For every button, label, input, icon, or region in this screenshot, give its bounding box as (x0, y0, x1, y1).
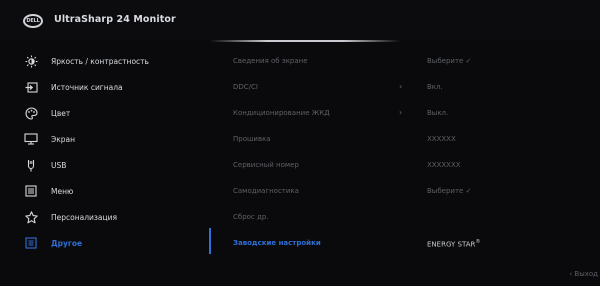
row-label: Самодиагностика (233, 187, 299, 195)
logo-text: DELL (26, 18, 40, 24)
sidebar-item-personalize[interactable]: Персонализация (0, 206, 205, 228)
row-factory-reset[interactable]: Заводские настройки ENERGY STAR® (212, 234, 600, 256)
row-reset-other[interactable]: Сброс др. (212, 208, 600, 230)
row-value: XXXXXX (427, 135, 456, 143)
sidebar-item-brightness[interactable]: Яркость / контрастность (0, 50, 205, 72)
other-icon (24, 236, 38, 250)
display-icon (24, 132, 38, 146)
row-label: Кондиционирование ЖКД (233, 109, 330, 117)
row-value: Выкл. (427, 109, 449, 117)
sidebar-item-label: Цвет (51, 108, 71, 118)
sidebar-item-label: Персонализация (51, 212, 117, 222)
sidebar-item-usb[interactable]: USB (0, 154, 205, 176)
row-label: Сведения об экране (233, 57, 308, 65)
dell-logo: DELL (23, 14, 43, 28)
brightness-icon (24, 54, 38, 68)
energy-star-label: ENERGY STAR (427, 240, 476, 249)
title-underline (210, 40, 400, 42)
selection-divider (209, 228, 211, 254)
row-value: Выберите ✓ (427, 57, 472, 65)
chevron-right-icon: › (399, 108, 403, 117)
row-label: Сервисный номер (233, 161, 299, 169)
sidebar-item-display[interactable]: Экран (0, 128, 205, 150)
sidebar-item-label: USB (51, 160, 67, 170)
sidebar-item-label: Меню (51, 186, 74, 196)
star-icon (24, 210, 38, 224)
sidebar-item-label: Экран (51, 134, 76, 144)
sidebar-item-color[interactable]: Цвет (0, 102, 205, 124)
usb-icon (24, 158, 38, 172)
row-self-diagnostic[interactable]: Самодиагностика Выберите ✓ (212, 182, 600, 204)
sidebar-item-label: Источник сигнала (51, 82, 123, 92)
row-service-tag: Сервисный номер XXXXXXX (212, 156, 600, 178)
row-ddc-ci[interactable]: DDC/CI › Вкл. (212, 78, 600, 100)
row-display-info[interactable]: Сведения об экране Выберите ✓ (212, 52, 600, 74)
color-palette-icon (24, 106, 38, 120)
input-source-icon (24, 80, 38, 94)
row-lcd-conditioning[interactable]: Кондиционирование ЖКД › Выкл. (212, 104, 600, 126)
registered-mark: ® (475, 239, 481, 245)
exit-button[interactable]: ‹ Выход (569, 270, 598, 278)
sidebar-item-input-source[interactable]: Источник сигнала (0, 76, 205, 98)
sidebar-item-label: Другое (51, 238, 83, 248)
row-label: Сброс др. (233, 213, 269, 221)
title-bar: DELL UltraSharp 24 Monitor (0, 0, 600, 41)
sidebar-item-label: Яркость / контрастность (51, 56, 149, 66)
monitor-osd: DELL UltraSharp 24 Monitor Яркость / кон… (0, 0, 600, 286)
row-value: Выберите ✓ (427, 187, 472, 195)
row-label: Прошивка (233, 135, 271, 143)
row-label: DDC/CI (233, 83, 258, 91)
row-value: ENERGY STAR® (427, 239, 480, 248)
sidebar-item-menu[interactable]: Меню (0, 180, 205, 202)
chevron-right-icon: › (399, 82, 403, 91)
row-firmware: Прошивка XXXXXX (212, 130, 600, 152)
sidebar-item-other[interactable]: Другое (0, 232, 205, 254)
monitor-title: UltraSharp 24 Monitor (54, 14, 176, 25)
row-value: Вкл. (427, 83, 443, 91)
row-value: XXXXXXX (427, 161, 461, 169)
menu-icon (24, 184, 38, 198)
row-label: Заводские настройки (233, 239, 321, 247)
